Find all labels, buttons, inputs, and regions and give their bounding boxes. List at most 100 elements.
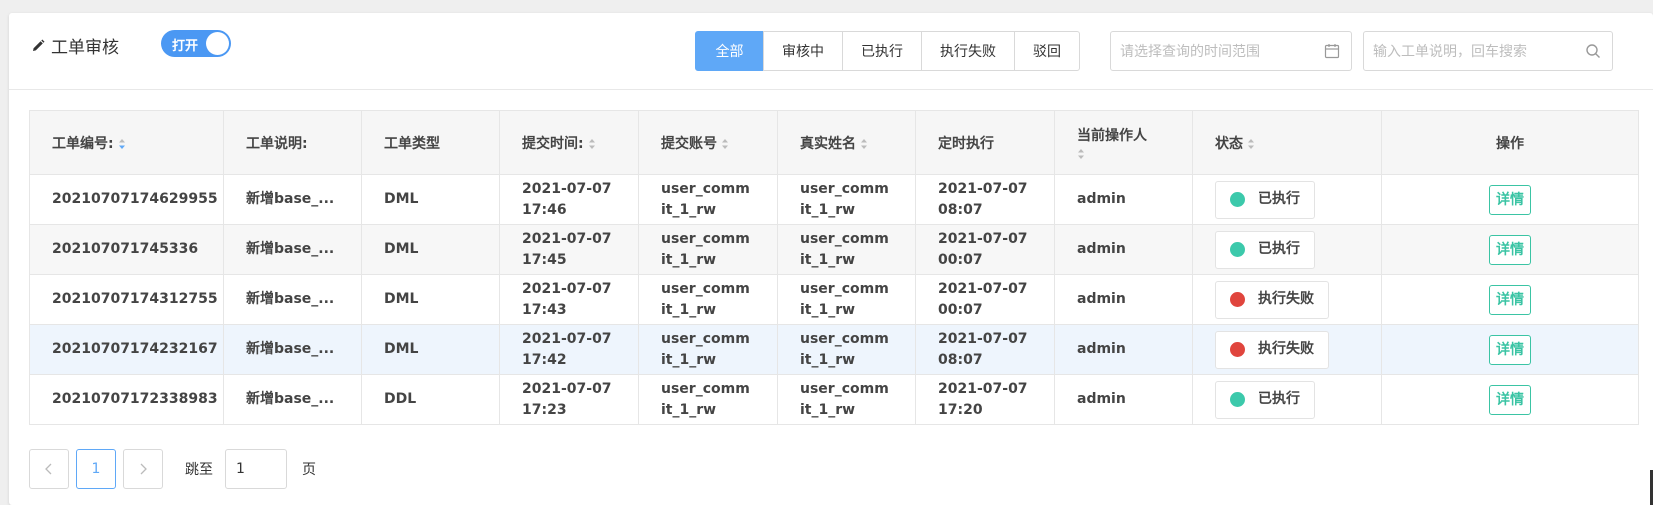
column-header-4[interactable]: 提交账号 bbox=[638, 110, 778, 175]
cell-type: DDL bbox=[361, 374, 500, 425]
status-dot bbox=[1230, 292, 1245, 307]
cell-status: 已执行 bbox=[1192, 174, 1382, 225]
sort-icon[interactable] bbox=[860, 138, 868, 150]
filter-button-1[interactable]: 审核中 bbox=[763, 31, 843, 71]
cell-account: user_commit_1_rw bbox=[638, 374, 778, 425]
sort-icon[interactable] bbox=[118, 138, 126, 150]
status-dot bbox=[1230, 342, 1245, 357]
detail-button[interactable]: 详情 bbox=[1489, 234, 1531, 265]
cell-account: user_commit_1_rw bbox=[638, 274, 778, 325]
filter-button-0[interactable]: 全部 bbox=[695, 31, 764, 71]
cell-action: 详情 bbox=[1381, 174, 1639, 225]
date-range-placeholder: 请选择查询的时间范围 bbox=[1120, 44, 1260, 60]
column-header-0[interactable]: 工单编号: bbox=[29, 110, 224, 175]
panel-header: 工单审核 打开 全部 审核中 已执行 执行失败 驳回 请选择查询的时间范围 输入工单说明… bbox=[9, 13, 1653, 90]
cell-desc: 新增base_... bbox=[223, 224, 362, 275]
cell-status: 已执行 bbox=[1192, 374, 1382, 425]
cell-scheduled: 2021-07-07 08:07 bbox=[915, 174, 1055, 225]
column-header-1: 工单说明: bbox=[223, 110, 362, 175]
cell-submit_time: 2021-07-07 17:43 bbox=[499, 274, 639, 325]
audit-toggle-switch[interactable]: 打开 bbox=[161, 30, 231, 57]
status-badge: 执行失败 bbox=[1215, 330, 1329, 369]
jump-page-input[interactable]: 1 bbox=[225, 449, 287, 489]
filter-button-3[interactable]: 执行失败 bbox=[921, 31, 1015, 71]
cell-id: 20210707174312755 bbox=[29, 274, 224, 325]
detail-button[interactable]: 详情 bbox=[1489, 334, 1531, 365]
cell-account: user_commit_1_rw bbox=[638, 324, 778, 375]
cell-operator: admin bbox=[1054, 324, 1193, 375]
search-icon[interactable] bbox=[1585, 43, 1601, 59]
cell-status: 已执行 bbox=[1192, 224, 1382, 275]
column-header-label: 状态 bbox=[1215, 135, 1243, 152]
switch-knob bbox=[206, 32, 229, 55]
sort-icon[interactable] bbox=[721, 138, 729, 150]
column-header-label: 真实姓名 bbox=[800, 135, 856, 152]
filter-button-2[interactable]: 已执行 bbox=[842, 31, 922, 71]
cell-desc: 新增base_... bbox=[223, 324, 362, 375]
page-title-text: 工单审核 bbox=[51, 38, 119, 58]
status-filter-group: 全部 审核中 已执行 执行失败 驳回 bbox=[695, 31, 1080, 71]
column-header-5[interactable]: 真实姓名 bbox=[777, 110, 916, 175]
cell-name: user_commit_1_rw bbox=[777, 224, 916, 275]
status-badge: 执行失败 bbox=[1215, 280, 1329, 319]
column-header-3[interactable]: 提交时间: bbox=[499, 110, 639, 175]
status-dot bbox=[1230, 392, 1245, 407]
column-header-8[interactable]: 状态 bbox=[1192, 110, 1382, 175]
status-badge: 已执行 bbox=[1215, 380, 1315, 419]
next-page-button[interactable] bbox=[123, 449, 163, 489]
prev-page-button[interactable] bbox=[29, 449, 69, 489]
table-row[interactable]: 20210707174232167 新增base_... DML 2021-07-07… bbox=[29, 324, 1639, 375]
cell-account: user_commit_1_rw bbox=[638, 224, 778, 275]
cell-operator: admin bbox=[1054, 174, 1193, 225]
table-row[interactable]: 20210707172338983 新增base_... DDL 2021-07-07… bbox=[29, 374, 1639, 425]
cell-status: 执行失败 bbox=[1192, 274, 1382, 325]
cell-action: 详情 bbox=[1381, 324, 1639, 375]
cell-id: 202107071745336 bbox=[29, 224, 224, 275]
cell-action: 详情 bbox=[1381, 274, 1639, 325]
column-header-label: 定时执行 bbox=[938, 135, 994, 152]
cell-operator: admin bbox=[1054, 224, 1193, 275]
status-text: 执行失败 bbox=[1258, 291, 1314, 307]
cell-type: DML bbox=[361, 224, 500, 275]
detail-button[interactable]: 详情 bbox=[1489, 284, 1531, 315]
cell-type: DML bbox=[361, 324, 500, 375]
cell-name: user_commit_1_rw bbox=[777, 324, 916, 375]
sort-icon[interactable] bbox=[588, 138, 596, 150]
chevron-right-icon bbox=[140, 463, 147, 475]
sort-icon[interactable] bbox=[1247, 138, 1255, 150]
chevron-left-icon bbox=[45, 463, 52, 475]
switch-label: 打开 bbox=[172, 39, 199, 54]
cell-name: user_commit_1_rw bbox=[777, 174, 916, 225]
status-text: 已执行 bbox=[1258, 241, 1300, 257]
filter-button-4[interactable]: 驳回 bbox=[1014, 31, 1080, 71]
column-header-label: 当前操作人 bbox=[1077, 127, 1147, 144]
status-dot bbox=[1230, 242, 1245, 257]
table-row[interactable]: 20210707174312755 新增base_... DML 2021-07-07… bbox=[29, 274, 1639, 325]
column-header-label: 工单类型 bbox=[384, 135, 440, 152]
date-range-input[interactable]: 请选择查询的时间范围 bbox=[1110, 31, 1352, 71]
table-row[interactable]: 202107071745336 新增base_... DML 2021-07-07 1… bbox=[29, 224, 1639, 275]
table-row[interactable]: 20210707174629955 新增base_... DML 2021-07-07… bbox=[29, 174, 1639, 225]
page-number-button[interactable]: 1 bbox=[76, 449, 116, 489]
column-header-label: 工单编号: bbox=[52, 135, 114, 152]
cell-scheduled: 2021-07-07 08:07 bbox=[915, 324, 1055, 375]
pagination: 1 跳至 1 页 bbox=[29, 449, 316, 489]
cell-desc: 新增base_... bbox=[223, 174, 362, 225]
detail-button[interactable]: 详情 bbox=[1489, 184, 1531, 215]
calendar-icon bbox=[1324, 44, 1340, 59]
status-badge: 已执行 bbox=[1215, 180, 1315, 219]
cell-type: DML bbox=[361, 174, 500, 225]
cell-name: user_commit_1_rw bbox=[777, 274, 916, 325]
cell-operator: admin bbox=[1054, 274, 1193, 325]
table-header-row: 工单编号: 工单说明: 工单类型 提交时间: 提交账号 真实姓名 定时执行 当前操作人 状态 操作 bbox=[29, 110, 1639, 175]
cell-operator: admin bbox=[1054, 374, 1193, 425]
cell-id: 20210707174232167 bbox=[29, 324, 224, 375]
ticket-table: 工单编号: 工单说明: 工单类型 提交时间: 提交账号 真实姓名 定时执行 当前操作人 状态 操作… bbox=[29, 110, 1639, 425]
search-input[interactable]: 输入工单说明，回车搜索 bbox=[1363, 31, 1613, 71]
cell-scheduled: 2021-07-07 00:07 bbox=[915, 274, 1055, 325]
detail-button[interactable]: 详情 bbox=[1489, 384, 1531, 415]
status-text: 执行失败 bbox=[1258, 341, 1314, 357]
sort-icon[interactable] bbox=[1077, 148, 1085, 160]
cell-action: 详情 bbox=[1381, 224, 1639, 275]
cell-desc: 新增base_... bbox=[223, 374, 362, 425]
